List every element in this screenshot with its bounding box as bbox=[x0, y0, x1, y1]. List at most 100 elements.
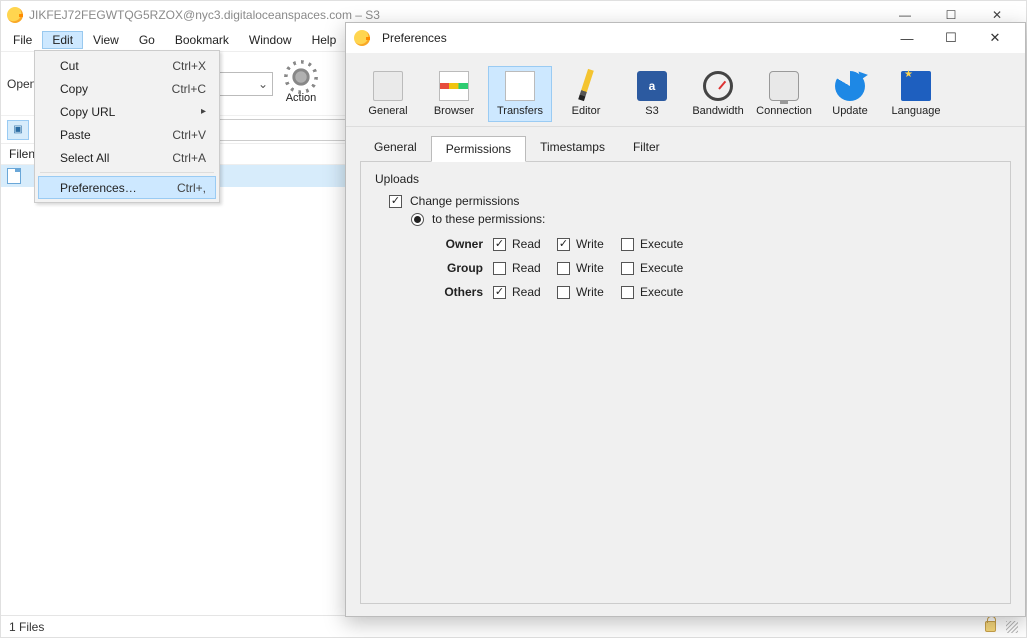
cat-general[interactable]: General bbox=[356, 66, 420, 122]
menu-copy-url[interactable]: Copy URL ▸ bbox=[38, 100, 216, 123]
write-label: Write bbox=[576, 261, 604, 275]
prefs-title: Preferences bbox=[382, 31, 447, 45]
language-icon bbox=[901, 71, 931, 101]
cat-connection[interactable]: Connection bbox=[752, 66, 816, 122]
menu-go[interactable]: Go bbox=[129, 31, 165, 49]
update-icon bbox=[835, 71, 865, 101]
prefs-tabs: General Permissions Timestamps Filter bbox=[346, 127, 1025, 161]
menu-cut[interactable]: Cut Ctrl+X bbox=[38, 54, 216, 77]
menu-paste-label: Paste bbox=[60, 128, 91, 142]
execute-label: Execute bbox=[640, 261, 683, 275]
group-execute-checkbox[interactable] bbox=[621, 262, 634, 275]
execute-label: Execute bbox=[640, 285, 683, 299]
owner-execute-checkbox[interactable] bbox=[621, 238, 634, 251]
lock-icon bbox=[985, 621, 996, 632]
menu-view[interactable]: View bbox=[83, 31, 129, 49]
browser-icon bbox=[439, 71, 469, 101]
write-label: Write bbox=[576, 285, 604, 299]
prefs-close-button[interactable]: ✕ bbox=[973, 23, 1017, 53]
tree-toggle-button[interactable]: ▣ bbox=[7, 120, 29, 140]
edit-menu-dropdown: Cut Ctrl+X Copy Ctrl+C Copy URL ▸ Paste … bbox=[34, 50, 220, 203]
menu-file[interactable]: File bbox=[3, 31, 42, 49]
prefs-titlebar: Preferences — ☐ ✕ bbox=[346, 23, 1025, 53]
tab-filter[interactable]: Filter bbox=[619, 135, 674, 161]
status-right bbox=[985, 621, 1018, 633]
uploads-group-title: Uploads bbox=[375, 172, 996, 186]
permissions-panel: Uploads Change permissions to these perm… bbox=[360, 161, 1011, 604]
group-write-checkbox[interactable] bbox=[557, 262, 570, 275]
prefs-minimize-button[interactable]: — bbox=[885, 23, 929, 53]
cat-transfers[interactable]: Transfers bbox=[488, 66, 552, 122]
perm-row-others: Others Read Write Execute bbox=[431, 280, 996, 304]
cat-browser[interactable]: Browser bbox=[422, 66, 486, 122]
editor-icon bbox=[578, 69, 594, 101]
s3-icon: a bbox=[637, 71, 667, 101]
execute-label: Execute bbox=[640, 237, 683, 251]
prefs-category-bar: General Browser Transfers Editor aS3 Ban… bbox=[346, 53, 1025, 127]
owner-write-checkbox[interactable] bbox=[557, 238, 570, 251]
change-permissions-row: Change permissions bbox=[389, 194, 996, 208]
menu-cut-label: Cut bbox=[60, 59, 79, 73]
connection-icon bbox=[769, 71, 799, 101]
submenu-arrow-icon: ▸ bbox=[201, 106, 206, 117]
menu-copy-url-label: Copy URL bbox=[60, 105, 115, 119]
menu-select-all-label: Select All bbox=[60, 151, 109, 165]
transfers-icon bbox=[505, 71, 535, 101]
main-window-title: JIKFEJ72FEGWTQG5RZOX@nyc3.digitaloceansp… bbox=[29, 8, 380, 22]
read-label: Read bbox=[512, 285, 541, 299]
action-button[interactable]: Action bbox=[279, 64, 323, 104]
perm-role-others: Others bbox=[431, 285, 483, 299]
menu-paste[interactable]: Paste Ctrl+V bbox=[38, 123, 216, 146]
tab-permissions[interactable]: Permissions bbox=[431, 136, 526, 162]
perm-role-group: Group bbox=[431, 261, 483, 275]
menu-copy-label: Copy bbox=[60, 82, 88, 96]
menu-separator bbox=[40, 172, 214, 173]
tab-general[interactable]: General bbox=[360, 135, 431, 161]
others-execute-checkbox[interactable] bbox=[621, 286, 634, 299]
menu-copy[interactable]: Copy Ctrl+C bbox=[38, 77, 216, 100]
menu-paste-shortcut: Ctrl+V bbox=[172, 128, 206, 142]
general-icon bbox=[373, 71, 403, 101]
app-icon bbox=[7, 7, 23, 23]
change-permissions-checkbox[interactable] bbox=[389, 195, 402, 208]
menu-preferences-label: Preferences… bbox=[60, 181, 137, 195]
permissions-grid: Owner Read Write Execute Group Read Writ… bbox=[431, 232, 996, 304]
group-read-checkbox[interactable] bbox=[493, 262, 506, 275]
column-filename[interactable]: Filen bbox=[5, 147, 35, 161]
perm-row-group: Group Read Write Execute bbox=[431, 256, 996, 280]
to-these-permissions-label: to these permissions: bbox=[432, 212, 545, 226]
statusbar: 1 Files bbox=[1, 615, 1026, 637]
menu-select-all[interactable]: Select All Ctrl+A bbox=[38, 146, 216, 169]
write-label: Write bbox=[576, 237, 604, 251]
app-icon bbox=[354, 30, 370, 46]
menu-window[interactable]: Window bbox=[239, 31, 302, 49]
resize-grip[interactable] bbox=[1006, 621, 1018, 633]
menu-help[interactable]: Help bbox=[302, 31, 347, 49]
cat-s3[interactable]: aS3 bbox=[620, 66, 684, 122]
menu-bookmark[interactable]: Bookmark bbox=[165, 31, 239, 49]
others-write-checkbox[interactable] bbox=[557, 286, 570, 299]
menu-copy-shortcut: Ctrl+C bbox=[172, 82, 206, 96]
menu-cut-shortcut: Ctrl+X bbox=[172, 59, 206, 73]
others-read-checkbox[interactable] bbox=[493, 286, 506, 299]
menu-preferences-shortcut: Ctrl+, bbox=[177, 181, 206, 195]
owner-read-checkbox[interactable] bbox=[493, 238, 506, 251]
menu-edit[interactable]: Edit bbox=[42, 31, 83, 49]
prefs-window-controls: — ☐ ✕ bbox=[885, 23, 1017, 53]
chevron-down-icon: ⌄ bbox=[258, 77, 268, 91]
file-icon bbox=[7, 168, 21, 184]
cat-update[interactable]: Update bbox=[818, 66, 882, 122]
perm-row-owner: Owner Read Write Execute bbox=[431, 232, 996, 256]
prefs-maximize-button[interactable]: ☐ bbox=[929, 23, 973, 53]
to-these-permissions-radio[interactable] bbox=[411, 213, 424, 226]
tab-timestamps[interactable]: Timestamps bbox=[526, 135, 619, 161]
tree-icon: ▣ bbox=[13, 124, 22, 135]
gear-icon bbox=[288, 64, 314, 90]
menu-preferences[interactable]: Preferences… Ctrl+, bbox=[38, 176, 216, 199]
cat-bandwidth[interactable]: Bandwidth bbox=[686, 66, 750, 122]
to-these-permissions-row: to these permissions: bbox=[411, 212, 996, 226]
status-text: 1 Files bbox=[9, 620, 44, 634]
cat-language[interactable]: Language bbox=[884, 66, 948, 122]
perm-role-owner: Owner bbox=[431, 237, 483, 251]
cat-editor[interactable]: Editor bbox=[554, 64, 618, 122]
